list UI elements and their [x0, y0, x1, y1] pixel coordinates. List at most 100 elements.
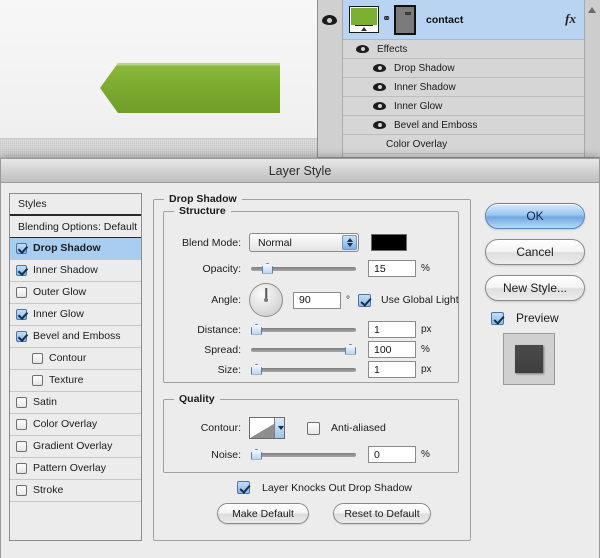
- effect-label: Inner Glow: [394, 100, 443, 112]
- shadow-color-swatch[interactable]: [371, 234, 407, 251]
- sidebar-item-gradient-overlay[interactable]: Gradient Overlay: [10, 436, 141, 458]
- sidebar-item-color-overlay[interactable]: Color Overlay: [10, 414, 141, 436]
- spread-slider[interactable]: [251, 343, 356, 357]
- checkbox-outer-glow[interactable]: [16, 287, 27, 298]
- sidebar-item-outer-glow[interactable]: Outer Glow: [10, 282, 141, 304]
- reset-to-default-label: Reset to Default: [344, 507, 420, 520]
- effect-row-drop-shadow[interactable]: Drop Shadow: [343, 59, 584, 78]
- slider-knob[interactable]: [345, 343, 356, 355]
- angle-input[interactable]: 90: [293, 291, 341, 309]
- dialog-title: Layer Style: [268, 163, 332, 178]
- checkbox-pattern-overlay[interactable]: [16, 463, 27, 474]
- sidebar-item-contour[interactable]: Contour: [10, 348, 141, 370]
- angle-value: 90: [299, 294, 311, 306]
- eye-icon[interactable]: [373, 82, 386, 92]
- eye-icon[interactable]: [373, 120, 386, 130]
- effect-row-bevel-and-emboss[interactable]: Bevel and Emboss: [343, 116, 584, 135]
- contour-swatch[interactable]: [249, 417, 285, 439]
- angle-dial[interactable]: [249, 283, 283, 317]
- layer-mask-thumbnail[interactable]: [394, 4, 416, 35]
- distance-unit: px: [421, 324, 432, 335]
- noise-value: 0: [374, 448, 380, 461]
- checkbox-color-overlay[interactable]: [16, 419, 27, 430]
- slider-knob[interactable]: [251, 323, 262, 335]
- slider-knob[interactable]: [251, 448, 262, 460]
- checkbox-drop-shadow[interactable]: [16, 243, 27, 254]
- checkbox-stroke[interactable]: [16, 485, 27, 496]
- slider-knob[interactable]: [251, 363, 262, 375]
- sidebar-item-pattern-overlay[interactable]: Pattern Overlay: [10, 458, 141, 480]
- effects-group-row[interactable]: Effects: [343, 40, 584, 59]
- sidebar-item-inner-glow[interactable]: Inner Glow: [10, 304, 141, 326]
- dialog-body: Styles Blending Options: Default Drop Sh…: [1, 183, 599, 558]
- angle-center: [264, 298, 268, 302]
- checkbox-use-global-light[interactable]: [358, 293, 371, 307]
- ok-button[interactable]: OK: [485, 203, 585, 229]
- chevron-down-icon[interactable]: [274, 418, 284, 438]
- make-default-label: Make Default: [232, 507, 294, 520]
- checkbox-bevel-and-emboss[interactable]: [16, 331, 27, 342]
- eye-icon[interactable]: [356, 44, 369, 54]
- styles-header-label: Styles: [18, 198, 47, 210]
- chevron-updown-icon[interactable]: [342, 235, 357, 250]
- size-input[interactable]: 1: [368, 361, 416, 378]
- opacity-slider[interactable]: [251, 262, 356, 276]
- field-contour: Contour: Anti-aliased: [175, 417, 465, 439]
- drop-shadow-options-panel: Drop Shadow Structure Quality Blend Mode…: [153, 193, 471, 541]
- distance-slider[interactable]: [251, 323, 356, 337]
- sidebar-item-blending-options[interactable]: Blending Options: Default: [10, 216, 141, 238]
- noise-input[interactable]: 0: [368, 446, 416, 463]
- sidebar-item-satin[interactable]: Satin: [10, 392, 141, 414]
- style-label: Inner Glow: [33, 308, 84, 321]
- styles-list: Styles Blending Options: Default Drop Sh…: [9, 193, 142, 541]
- distance-input[interactable]: 1: [368, 321, 416, 338]
- effect-label: Bevel and Emboss: [394, 119, 478, 131]
- checkbox-gradient-overlay[interactable]: [16, 441, 27, 452]
- sidebar-item-texture[interactable]: Texture: [10, 370, 141, 392]
- new-style-button[interactable]: New Style...: [485, 275, 585, 301]
- effect-row-inner-glow[interactable]: Inner Glow: [343, 97, 584, 116]
- link-icon[interactable]: ⚭: [382, 14, 391, 25]
- fx-icon[interactable]: fx: [565, 11, 576, 27]
- effect-row-color-overlay[interactable]: Color Overlay: [343, 135, 584, 154]
- checkbox-layer-knocks-out-drop-shadow[interactable]: [237, 481, 250, 494]
- sidebar-item-drop-shadow[interactable]: Drop Shadow: [10, 238, 141, 260]
- angle-unit: °: [346, 294, 350, 306]
- reset-to-default-button[interactable]: Reset to Default: [333, 503, 431, 524]
- group-title-quality: Quality: [179, 393, 215, 405]
- layers-scrollbar[interactable]: [584, 0, 600, 157]
- checkbox-anti-aliased[interactable]: [307, 421, 320, 435]
- make-default-button[interactable]: Make Default: [217, 503, 309, 524]
- size-slider[interactable]: [251, 363, 356, 377]
- sidebar-item-inner-shadow[interactable]: Inner Shadow: [10, 260, 141, 282]
- slider-knob[interactable]: [262, 262, 273, 274]
- effect-row-inner-shadow[interactable]: Inner Shadow: [343, 78, 584, 97]
- cancel-button[interactable]: Cancel: [485, 239, 585, 265]
- row-layer-knocks-out[interactable]: Layer Knocks Out Drop Shadow: [237, 481, 412, 494]
- opacity-input[interactable]: 15: [368, 260, 416, 277]
- blend-mode-select[interactable]: Normal: [249, 233, 359, 252]
- spread-input[interactable]: 100: [368, 341, 416, 358]
- effects-group-label: Effects: [377, 43, 408, 55]
- checkbox-preview[interactable]: [491, 311, 504, 325]
- noise-slider[interactable]: [251, 448, 356, 462]
- sidebar-item-bevel-and-emboss[interactable]: Bevel and Emboss: [10, 326, 141, 348]
- checkbox-inner-glow[interactable]: [16, 309, 27, 320]
- chevron-up-icon[interactable]: [588, 7, 596, 13]
- checkbox-inner-shadow[interactable]: [16, 265, 27, 276]
- checkbox-contour[interactable]: [32, 353, 43, 364]
- eye-icon[interactable]: [322, 14, 337, 26]
- opacity-value: 15: [374, 262, 386, 275]
- layer-row-contact[interactable]: ⚭ contact fx: [343, 0, 584, 40]
- contour-label: Contour:: [200, 422, 241, 434]
- eye-icon[interactable]: [373, 101, 386, 111]
- eye-icon[interactable]: [373, 63, 386, 73]
- checkbox-satin[interactable]: [16, 397, 27, 408]
- preview-row[interactable]: Preview: [491, 311, 593, 325]
- checkbox-texture[interactable]: [32, 375, 43, 386]
- opacity-unit: %: [421, 263, 430, 274]
- sidebar-item-stroke[interactable]: Stroke: [10, 480, 141, 502]
- layer-thumbnail[interactable]: [349, 6, 379, 33]
- preview-thumbnail-shape: [515, 345, 543, 373]
- preview-thumbnail: [503, 333, 555, 385]
